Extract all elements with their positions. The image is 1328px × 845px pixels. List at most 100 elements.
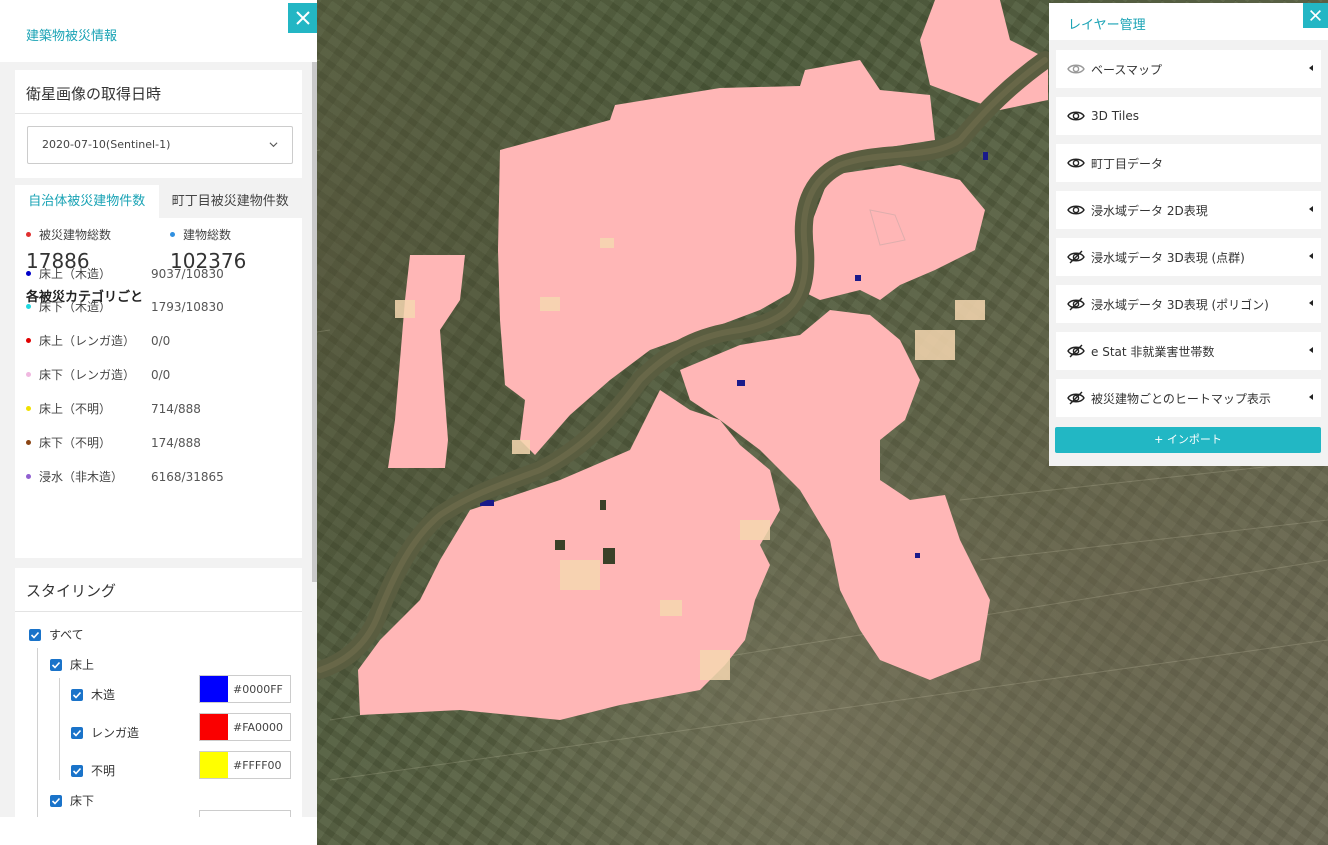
tab-municipality[interactable]: 自治体被災建物件数 — [15, 185, 159, 218]
category-row: 床下（レンガ造） 0/0 — [26, 366, 296, 383]
import-button[interactable]: + インポート — [1055, 427, 1321, 453]
layer-item[interactable]: 浸水域データ 3D表現 (点群) — [1056, 238, 1321, 276]
layer-label: 3D Tiles — [1091, 109, 1139, 123]
damaged-dot — [26, 232, 31, 237]
category-value: 1793/10830 — [151, 299, 224, 314]
layer-item[interactable]: e Stat 非就業害世帯数 — [1056, 332, 1321, 370]
color-picker-partial[interactable] — [199, 810, 291, 817]
category-name: 床下（不明） — [39, 436, 112, 450]
eye-icon[interactable] — [1067, 109, 1085, 123]
category-row: 浸水（非木造） 6168/31865 — [26, 468, 296, 485]
checkbox-icon — [50, 658, 62, 671]
checkbox-icon — [71, 726, 83, 739]
date-select[interactable]: 2020-07-10(Sentinel-1) — [27, 126, 293, 164]
checkbox-label: 不明 — [91, 764, 116, 778]
checkbox-label: すべて — [49, 628, 84, 642]
category-row: 床下（不明） 174/888 — [26, 434, 296, 451]
scrollbar[interactable] — [312, 62, 317, 582]
layer-item[interactable]: 3D Tiles — [1056, 97, 1321, 135]
color-hex: #FA0000 — [233, 721, 284, 734]
category-row: 床上（木造） 9037/10830 — [26, 265, 296, 282]
checkbox-floor-above[interactable]: 床上 — [50, 656, 94, 673]
selected-date: 2020-07-10(Sentinel-1) — [42, 138, 171, 151]
chevron-down-icon — [269, 142, 278, 148]
category-value: 0/0 — [151, 333, 171, 348]
panel-header: 建築物被災情報 — [0, 0, 317, 62]
category-row: 床上（レンガ造） 0/0 — [26, 332, 296, 349]
close-panel-button[interactable] — [288, 3, 317, 33]
category-name: 床下（レンガ造） — [39, 368, 136, 382]
tree-line — [37, 648, 38, 817]
eye-off-icon[interactable] — [1067, 250, 1085, 264]
eye-off-icon[interactable] — [1067, 391, 1085, 405]
card-title: スタイリング — [15, 568, 302, 612]
layer-item[interactable]: 被災建物ごとのヒートマップ表示 — [1056, 379, 1321, 417]
building-total-label: 建物総数 — [183, 228, 232, 242]
category-row: 床上（不明） 714/888 — [26, 400, 296, 417]
acquisition-date-card: 衛星画像の取得日時 2020-07-10(Sentinel-1) — [15, 70, 302, 178]
category-dot — [26, 338, 31, 343]
panel-scroll-area[interactable]: 衛星画像の取得日時 2020-07-10(Sentinel-1) 自治体被災建物… — [0, 62, 317, 817]
layer-item[interactable]: 浸水域データ 3D表現 (ポリゴン) — [1056, 285, 1321, 323]
category-value: 714/888 — [151, 401, 201, 416]
eye-icon[interactable] — [1067, 203, 1085, 217]
category-value: 9037/10830 — [151, 266, 224, 281]
layer-item[interactable]: 町丁目データ — [1056, 144, 1321, 182]
close-icon — [1310, 10, 1321, 21]
caret-left-icon[interactable] — [1309, 253, 1313, 259]
eye-off-icon[interactable] — [1067, 297, 1085, 311]
layer-item[interactable]: ベースマップ — [1056, 50, 1321, 88]
layer-label: 浸水域データ 3D表現 (点群) — [1091, 250, 1245, 265]
checkbox-brick[interactable]: レンガ造 — [71, 724, 139, 741]
close-icon — [295, 11, 310, 25]
color-picker-brick[interactable]: #FA0000 — [199, 713, 291, 741]
category-value: 174/888 — [151, 435, 201, 450]
category-name: 浸水（非木造） — [39, 470, 124, 484]
checkbox-icon — [50, 794, 62, 807]
panel-header: レイヤー管理 — [1049, 3, 1328, 40]
flood-region-northeast — [920, 0, 1048, 110]
eye-icon[interactable] — [1067, 156, 1085, 170]
category-dot — [26, 271, 31, 276]
eye-off-icon[interactable] — [1067, 344, 1085, 358]
stats-tabs: 自治体被災建物件数 町丁目被災建物件数 — [15, 185, 302, 218]
checkbox-wooden[interactable]: 木造 — [71, 686, 115, 703]
layer-label: 町丁目データ — [1091, 156, 1164, 171]
category-dot — [26, 372, 31, 377]
panel-title: レイヤー管理 — [1068, 18, 1146, 33]
flood-region-west — [388, 255, 465, 468]
color-picker-wooden[interactable]: #0000FF — [199, 675, 291, 703]
caret-left-icon[interactable] — [1309, 206, 1313, 212]
layer-label: 被災建物ごとのヒートマップ表示 — [1091, 391, 1271, 406]
tree-line — [59, 678, 60, 780]
close-panel-button[interactable] — [1303, 3, 1328, 28]
damaged-total-label: 被災建物総数 — [39, 228, 112, 242]
caret-left-icon[interactable] — [1309, 394, 1313, 400]
color-picker-unknown[interactable]: #FFFF00 — [199, 751, 291, 779]
building-dot — [170, 232, 175, 237]
layer-item[interactable]: 浸水域データ 2D表現 — [1056, 191, 1321, 229]
color-swatch — [200, 714, 228, 740]
layer-label: ベースマップ — [1091, 62, 1163, 77]
category-value: 0/0 — [151, 367, 171, 382]
color-hex: #FFFF00 — [233, 759, 282, 772]
layer-label: 浸水域データ 3D表現 (ポリゴン) — [1091, 297, 1269, 312]
checkbox-icon — [29, 628, 41, 641]
checkbox-unknown[interactable]: 不明 — [71, 762, 115, 779]
checkbox-label: レンガ造 — [91, 726, 140, 740]
caret-left-icon[interactable] — [1309, 300, 1313, 306]
caret-left-icon[interactable] — [1309, 65, 1313, 71]
checkbox-label: 木造 — [91, 688, 116, 702]
layer-label: e Stat 非就業害世帯数 — [1091, 344, 1215, 359]
eye-icon[interactable] — [1067, 62, 1085, 76]
checkbox-floor-below[interactable]: 床下 — [50, 792, 94, 809]
checkbox-label: 床下 — [70, 794, 95, 808]
caret-left-icon[interactable] — [1309, 347, 1313, 353]
checkbox-label: 床上 — [70, 658, 95, 672]
tab-district[interactable]: 町丁目被災建物件数 — [159, 185, 303, 218]
layer-label: 浸水域データ 2D表現 — [1091, 203, 1208, 218]
category-name: 床上（レンガ造） — [39, 334, 136, 348]
checkbox-all[interactable]: すべて — [29, 626, 84, 643]
panel-footer — [0, 817, 317, 845]
damage-stats-card: 自治体被災建物件数 町丁目被災建物件数 被災建物総数 17886 建物総数 10… — [15, 185, 302, 558]
